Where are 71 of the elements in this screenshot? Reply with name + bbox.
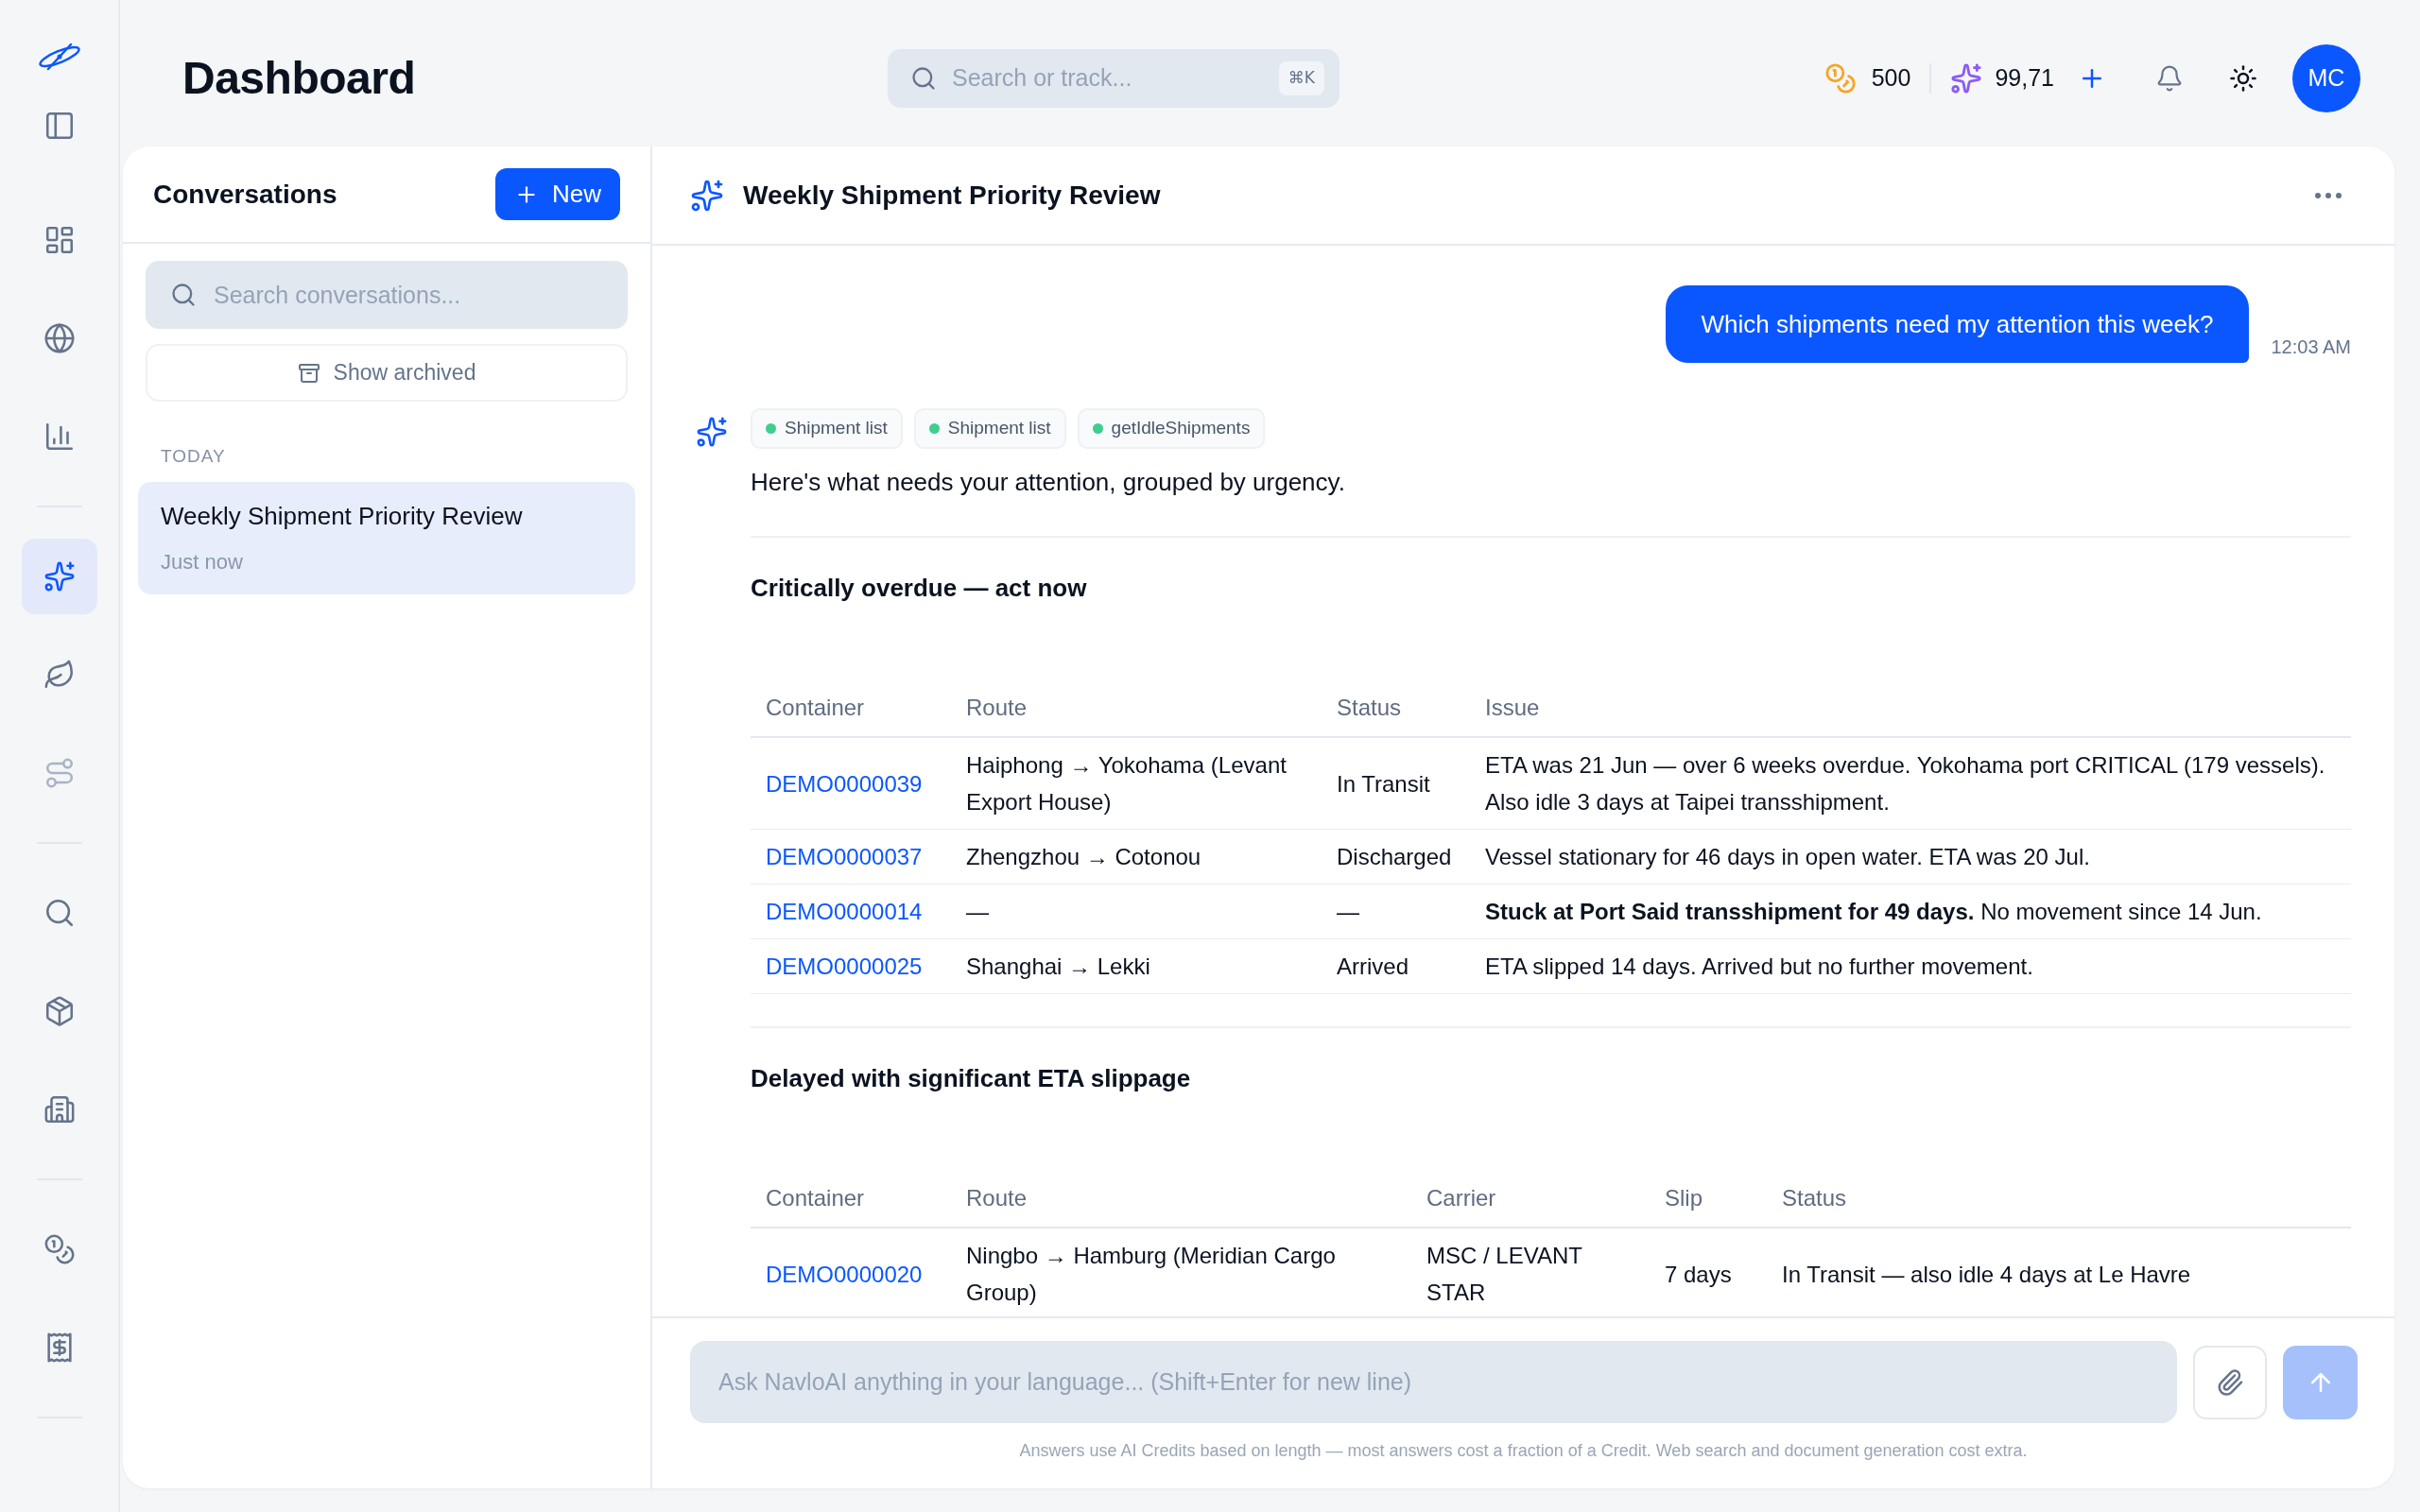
- column-header: Status: [1767, 1169, 2351, 1228]
- column-header: Issue: [1470, 679, 2351, 737]
- column-header: Route: [951, 1169, 1411, 1228]
- sparkles-icon: [696, 416, 728, 448]
- message-input-field[interactable]: Ask NavloAI anything in your language... (Shift+Enter for new line): [690, 1341, 2177, 1423]
- container-link[interactable]: DEMO0000020: [766, 1261, 923, 1287]
- more-icon: [2315, 192, 2342, 198]
- globe-icon: [43, 322, 76, 354]
- container-link[interactable]: DEMO0000025: [766, 954, 923, 979]
- table-cell: Stuck at Port Said transshipment for 49 days. No movement since 14 Jun.: [1470, 884, 2351, 939]
- archive-icon: [297, 361, 320, 385]
- search-icon: [910, 64, 937, 92]
- conversation-title: Weekly Shipment Priority Review: [161, 501, 523, 532]
- container-link[interactable]: DEMO0000037: [766, 844, 923, 869]
- column-header: Carrier: [1411, 1169, 1650, 1228]
- tool-label: Shipment list: [785, 417, 888, 440]
- user-message-bubble: Which shipments need my attention this week?: [1665, 285, 2250, 363]
- paperclip-icon: [2216, 1367, 2244, 1397]
- container-link[interactable]: DEMO0000039: [766, 770, 923, 797]
- message-text: Here's what needs your attention, grouped by urgency.: [751, 467, 1346, 498]
- table-cell: Shanghai → Lekki: [951, 938, 1322, 994]
- show-archived-button[interactable]: Show archived: [146, 344, 628, 402]
- search-icon: [170, 282, 197, 308]
- panel-title: Conversations: [153, 178, 337, 211]
- sun-icon: [2229, 63, 2257, 93]
- section-heading: Critically overdue — act now: [751, 573, 1087, 604]
- conversation-time: Just now: [161, 549, 243, 576]
- table-cell: In Transit — also idle 4 days at Le Havre: [1767, 1228, 2351, 1316]
- table-cell: —: [1322, 884, 1470, 939]
- ai-credits-count: 99,71: [1995, 62, 2054, 93]
- table-cell: Discharged: [1322, 829, 1470, 885]
- leaf-icon: [43, 659, 76, 691]
- building-icon: [43, 1093, 76, 1125]
- credits-note: Answers use AI Credits based on length — most answers cost a fraction of a Credit. Web search and document generation cost extra.: [1019, 1440, 2028, 1462]
- tool-label: getIdleShipments: [1111, 417, 1251, 440]
- table-cell: Arrived: [1322, 938, 1470, 994]
- nav-item[interactable]: [21, 539, 97, 614]
- container-link[interactable]: DEMO0000014: [766, 899, 923, 924]
- sparkles-icon: [690, 178, 724, 213]
- table-cell: ETA slipped 14 days. Arrived but no further movement.: [1470, 938, 2351, 994]
- table-cell: —: [951, 884, 1322, 939]
- group-label: TODAY: [161, 445, 226, 468]
- table-cell: 7 days: [1650, 1228, 1767, 1316]
- page-title: Dashboard: [182, 51, 416, 105]
- section-heading: Delayed with significant ETA slippage: [751, 1063, 1191, 1094]
- column-header: Route: [951, 679, 1322, 737]
- chat-title: Weekly Shipment Priority Review: [743, 179, 1161, 212]
- coins-icon: [43, 1233, 76, 1265]
- column-header: Container: [751, 679, 951, 737]
- table-cell: In Transit: [1322, 737, 1470, 830]
- bell-icon: [2155, 63, 2184, 93]
- tool-label: Shipment list: [947, 417, 1051, 440]
- new-conversation-button[interactable]: New: [495, 168, 620, 220]
- table-cell: Vessel stationary for 46 days in open water. ETA was 20 Jul.: [1470, 829, 2351, 885]
- column-header: Container: [751, 1169, 951, 1228]
- table-cell: Zhengzhou → Cotonou: [951, 829, 1322, 885]
- sparkles-icon: [43, 560, 76, 593]
- conversation-item[interactable]: Weekly Shipment Priority Review Just now: [138, 481, 635, 594]
- column-header: Status: [1322, 679, 1470, 737]
- credits-count: 500: [1871, 62, 1911, 93]
- table-cell: ETA was 21 Jun — over 6 weeks overdue. Yokohama port CRITICAL (179 vessels). Also idle 3 days at Taipei transshipment.: [1470, 737, 2351, 830]
- coins-icon: [1824, 61, 1857, 94]
- user-avatar[interactable]: MC: [2292, 43, 2360, 112]
- table-cell: MSC / LEVANT STAR: [1411, 1228, 1650, 1316]
- attach-button[interactable]: [2193, 1345, 2267, 1419]
- conversation-search-field[interactable]: Search conversations...: [146, 261, 628, 329]
- table-cell: Ningbo → Hamburg (Meridian Cargo Group): [951, 1228, 1411, 1316]
- table-cell: Haiphong → Yokohama (Levant Export House): [951, 737, 1322, 830]
- message-time: 12:03 AM: [2271, 335, 2351, 359]
- column-header: Slip: [1650, 1169, 1767, 1228]
- sparkles-icon: [1950, 61, 1983, 94]
